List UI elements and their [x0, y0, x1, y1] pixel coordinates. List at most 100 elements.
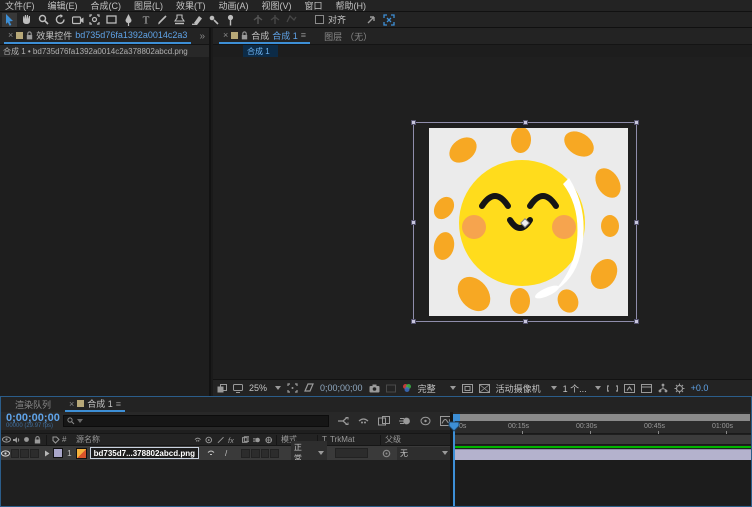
- layer-tab[interactable]: 图层 （无）: [324, 30, 372, 43]
- pan-behind-tool[interactable]: [87, 13, 102, 27]
- pixel-aspect-icon[interactable]: [607, 384, 618, 393]
- hand-tool[interactable]: [19, 13, 34, 27]
- layer-duration-bar[interactable]: [455, 449, 751, 460]
- pen-tool[interactable]: [121, 13, 136, 27]
- target-region-icon[interactable]: [462, 384, 473, 393]
- roto-brush-tool[interactable]: [206, 13, 221, 27]
- layer-lock-cell[interactable]: [30, 449, 39, 458]
- selection-handle[interactable]: [634, 220, 639, 225]
- tab-menu-icon[interactable]: ≡: [116, 399, 121, 409]
- view-layout-dropdown[interactable]: 1 个...: [563, 382, 601, 395]
- search-options-caret[interactable]: [77, 419, 83, 423]
- timeline-button-icon[interactable]: [641, 384, 652, 393]
- brainstorm-icon[interactable]: [420, 416, 431, 426]
- layer-quality-icon[interactable]: [207, 449, 215, 457]
- shape-tool[interactable]: [104, 13, 119, 27]
- viewer-timecode[interactable]: 0;00;00;00: [320, 383, 363, 393]
- shy-toggle-icon[interactable]: [358, 417, 369, 426]
- timeline-search-box[interactable]: [63, 415, 329, 427]
- solo-column-icon: [21, 436, 31, 443]
- menu-item-effect[interactable]: 效果(T): [176, 0, 206, 12]
- motion-blur-toggle-icon[interactable]: [399, 416, 411, 426]
- type-tool[interactable]: T: [138, 13, 153, 27]
- trkmat-column-header[interactable]: TrkMat: [330, 435, 376, 444]
- selection-handle[interactable]: [634, 120, 639, 125]
- menu-item-edit[interactable]: 编辑(E): [48, 0, 78, 12]
- time-navigator-bar[interactable]: [454, 414, 750, 421]
- menu-item-help[interactable]: 帮助(H): [336, 0, 367, 12]
- fast-previews-icon[interactable]: [624, 384, 635, 393]
- selection-handle[interactable]: [523, 319, 528, 324]
- crosshair-expand-icon[interactable]: [381, 13, 396, 27]
- playhead-line-lower: [453, 460, 455, 505]
- grid-guides-icon[interactable]: [479, 384, 490, 393]
- eraser-tool[interactable]: [189, 13, 204, 27]
- close-icon[interactable]: ×: [8, 30, 13, 40]
- work-area-bar[interactable]: [453, 435, 751, 445]
- camera-tool[interactable]: [70, 13, 85, 27]
- layer-visibility-eye-icon[interactable]: [1, 450, 11, 457]
- flowchart-icon[interactable]: [658, 383, 668, 393]
- selection-handle[interactable]: [523, 120, 528, 125]
- snap-checkbox[interactable]: [315, 15, 324, 24]
- layer-trkmat-cell[interactable]: [335, 448, 368, 458]
- close-icon[interactable]: ×: [223, 30, 228, 40]
- timeline-comp-tab[interactable]: × 合成 1 ≡: [65, 397, 125, 412]
- layer-label-color-chip[interactable]: [53, 448, 63, 458]
- layer-stretch[interactable]: /: [225, 449, 227, 458]
- menu-item-animation[interactable]: 动画(A): [219, 0, 249, 12]
- layer-expander-icon[interactable]: [42, 450, 53, 457]
- render-queue-tab[interactable]: 渲染队列: [1, 398, 65, 411]
- parent-pickwhip-icon[interactable]: [382, 449, 391, 458]
- clone-stamp-tool[interactable]: [172, 13, 187, 27]
- snap-label[interactable]: 对齐: [328, 13, 346, 26]
- source-name-column-header[interactable]: 源名称: [76, 434, 194, 445]
- snapshot-camera-icon[interactable]: [369, 384, 380, 393]
- menu-item-view[interactable]: 视图(V): [262, 0, 292, 12]
- show-snapshot-icon[interactable]: [386, 384, 396, 393]
- exposure-value[interactable]: +0.0: [691, 383, 709, 393]
- layer-row[interactable]: 1 bd735d7...378802abcd.png / 正常 无: [1, 446, 451, 460]
- layer-source-name[interactable]: bd735d7...378802abcd.png: [90, 447, 199, 459]
- camera-view-dropdown[interactable]: 活动摄像机: [496, 382, 557, 395]
- frame-blend-toggle-icon[interactable]: [378, 416, 390, 426]
- menu-item-file[interactable]: 文件(F): [5, 0, 35, 12]
- parent-column-header[interactable]: 父级: [385, 434, 401, 445]
- selection-handle[interactable]: [634, 319, 639, 324]
- tab-menu-icon[interactable]: ≡: [301, 30, 306, 40]
- effect-controls-tab[interactable]: × 效果控件 bd735d76fa1392a0014c2a378802abcd.…: [4, 28, 191, 44]
- selection-tool[interactable]: [2, 13, 17, 27]
- playhead-marker[interactable]: [448, 421, 460, 432]
- transparency-grid-icon[interactable]: [304, 383, 314, 393]
- snapshot-stack-icon[interactable]: [217, 384, 227, 393]
- brush-tool[interactable]: [155, 13, 170, 27]
- roi-icon[interactable]: [287, 383, 298, 393]
- timeline-timecode[interactable]: 0;00;00;00: [6, 413, 63, 423]
- menu-item-composition[interactable]: 合成(C): [91, 0, 122, 12]
- index-column-header[interactable]: #: [62, 435, 76, 444]
- layer-solo-cell[interactable]: [20, 449, 29, 458]
- magnification-dropdown[interactable]: 25%: [249, 383, 281, 393]
- composition-tab[interactable]: × 合成 合成 1 ≡: [219, 28, 310, 44]
- panel-overflow-icon[interactable]: »: [199, 31, 209, 42]
- breadcrumb[interactable]: 合成 1: [243, 45, 278, 58]
- close-icon[interactable]: ×: [69, 399, 74, 409]
- cursor-arrow-icon[interactable]: [364, 13, 379, 27]
- mini-flowchart-icon[interactable]: [337, 416, 349, 426]
- selection-handle[interactable]: [411, 120, 416, 125]
- rotation-tool[interactable]: [53, 13, 68, 27]
- display-icon[interactable]: [233, 384, 243, 393]
- exposure-gear-icon[interactable]: [674, 383, 685, 394]
- time-ruler[interactable]: 0s 00:15s 00:30s 00:45s 01:00s: [453, 421, 751, 434]
- resolution-dropdown[interactable]: 完整: [418, 382, 456, 395]
- channel-icon[interactable]: [402, 383, 412, 393]
- menu-item-layer[interactable]: 图层(L): [134, 0, 163, 12]
- menu-item-window[interactable]: 窗口: [305, 0, 323, 12]
- zoom-tool[interactable]: [36, 13, 51, 27]
- layer-audio-cell[interactable]: [11, 449, 20, 458]
- selection-handle[interactable]: [411, 220, 416, 225]
- viewer-canvas[interactable]: [213, 57, 752, 379]
- puppet-pin-tool[interactable]: [223, 13, 238, 27]
- layer-parent-dropdown[interactable]: 无: [397, 447, 451, 460]
- selection-handle[interactable]: [411, 319, 416, 324]
